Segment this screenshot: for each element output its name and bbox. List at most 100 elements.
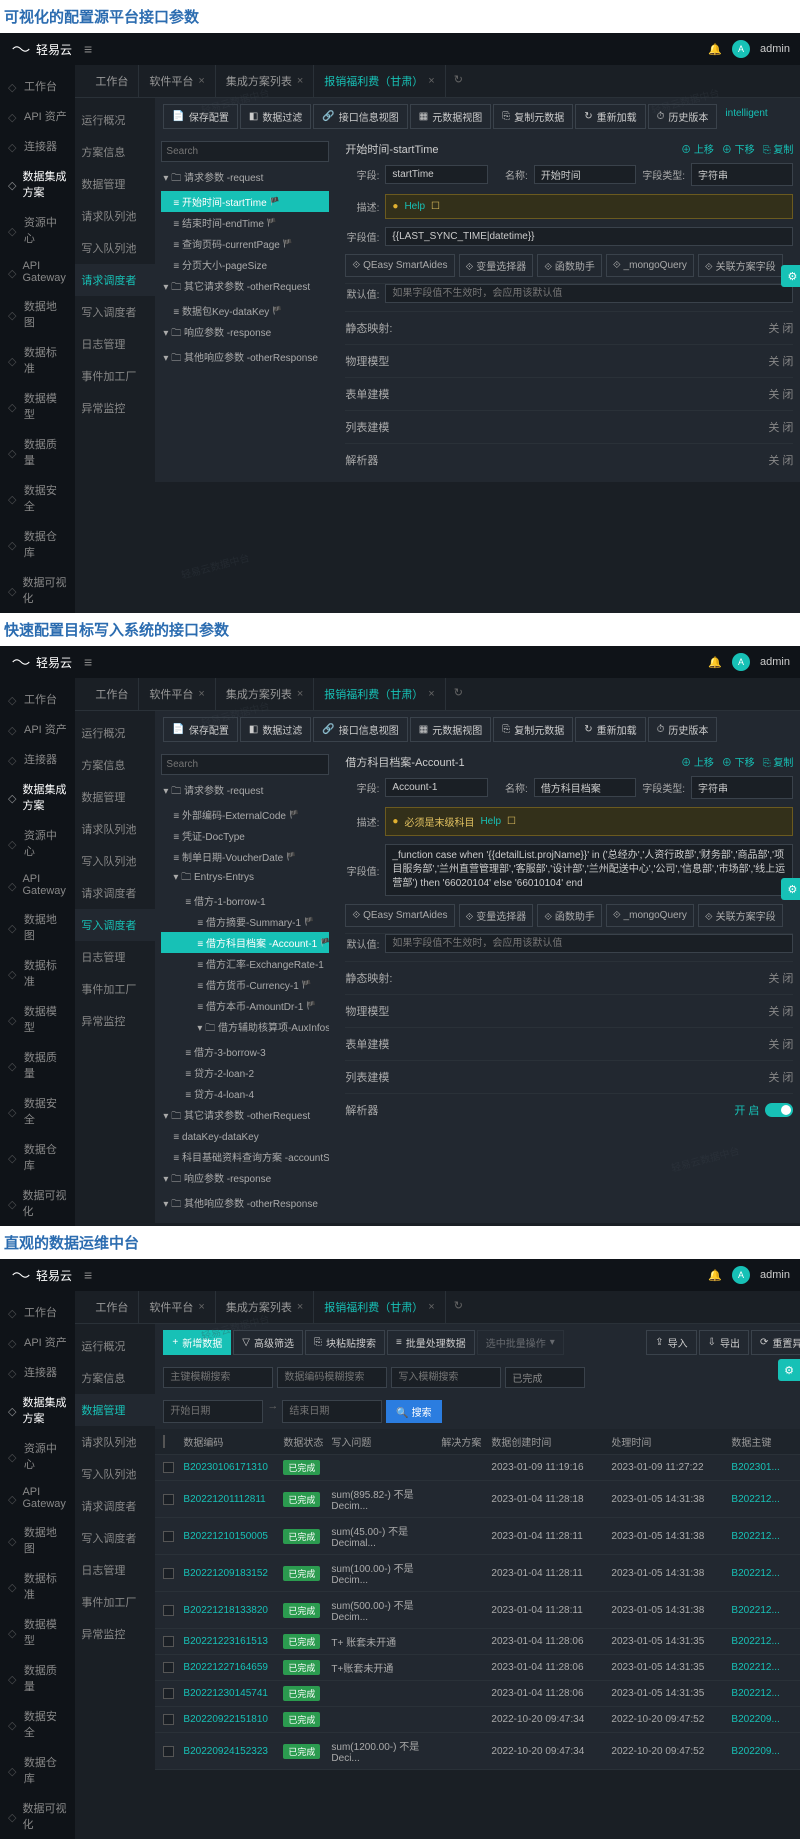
default-input[interactable] (385, 934, 793, 953)
tab[interactable]: 报销福利费（甘肃） × (314, 65, 445, 97)
table-row[interactable]: B20221209183152已完成sum(100.00-) 不是 Decim.… (155, 1555, 800, 1592)
code-link[interactable]: B20221209183152 (183, 1568, 283, 1579)
tab[interactable]: 报销福利费（甘肃） × (314, 678, 445, 710)
code-link[interactable]: B20221218133820 (183, 1605, 283, 1616)
leftnav-item[interactable]: ◇数据质量 (0, 429, 75, 475)
table-row[interactable]: B20230106171310已完成2023-01-09 11:19:16202… (155, 1455, 800, 1481)
helper-chip[interactable]: ⟐ 关联方案字段 (698, 904, 783, 927)
menu-toggle-icon[interactable]: ≡ (72, 1267, 104, 1283)
tab[interactable]: 工作台 (85, 678, 139, 710)
leftnav-item[interactable]: ◇连接器 (0, 1357, 75, 1387)
tab-close-icon[interactable]: × (428, 1301, 434, 1313)
table-row[interactable]: B20221227164659已完成T+账套未开通2023-01-04 11:2… (155, 1655, 800, 1681)
collapse-row[interactable]: 静态映射:关 闭 (345, 961, 793, 994)
tab[interactable]: 报销福利费（甘肃） × (314, 1291, 445, 1323)
field-input[interactable] (385, 778, 487, 797)
write-search-input[interactable] (391, 1367, 501, 1388)
leftnav-item[interactable]: ◇数据质量 (0, 1042, 75, 1088)
move-down-link[interactable]: ⊕ 下移 (722, 754, 755, 770)
tree-item[interactable]: ▾ 🗀 其他响应参数 -otherResponse (161, 346, 329, 371)
leftnav-item[interactable]: ◇数据质量 (0, 1655, 75, 1701)
code-link[interactable]: B20220924152323 (183, 1746, 283, 1757)
tree-item[interactable]: ▾ 🗀 其它请求参数 -otherRequest (161, 1104, 329, 1129)
leftnav-item[interactable]: ◇API Gateway (0, 1479, 75, 1517)
side-settings-icon[interactable]: ⚙ (778, 1359, 800, 1381)
subnav-item[interactable]: 方案信息 (75, 1362, 155, 1394)
leftnav-item[interactable]: ◇API Gateway (0, 253, 75, 291)
subnav-item[interactable]: 日志管理 (75, 941, 155, 973)
tree-item[interactable]: ≡ 开始时间-startTime 🏴 (161, 191, 329, 212)
helper-chip[interactable]: ⟐ 函数助手 (537, 254, 602, 277)
leftnav-item[interactable]: ◇工作台 (0, 71, 75, 101)
fval-textarea[interactable]: _function case when '{{detailList.projNa… (385, 844, 793, 896)
tree-item[interactable]: ▾ 🗀 响应参数 -response (161, 1167, 329, 1192)
tab-close-icon[interactable]: × (297, 75, 303, 87)
leftnav-item[interactable]: ◇数据可视化 (0, 1180, 75, 1226)
tree-item[interactable]: ▾ 🗀 借方辅助核算项-AuxInfos-1 (161, 1016, 329, 1041)
leftnav-item[interactable]: ◇工作台 (0, 684, 75, 714)
subnav-item[interactable]: 运行概况 (75, 104, 155, 136)
subnav-item[interactable]: 数据管理 (75, 1394, 155, 1426)
tree-item[interactable]: ≡ 借方科目档案 -Account-1 🏴 (161, 932, 329, 953)
menu-toggle-icon[interactable]: ≡ (72, 654, 104, 670)
table-row[interactable]: B20221210150005已完成sum(45.00-) 不是 Decimal… (155, 1518, 800, 1555)
filter-button[interactable]: ◧ 数据过滤 (240, 717, 311, 742)
subnav-item[interactable]: 运行概况 (75, 717, 155, 749)
field-input[interactable] (385, 165, 487, 184)
tab-close-icon[interactable]: × (297, 1301, 303, 1313)
collapse-row[interactable]: 物理模型关 闭 (345, 994, 793, 1027)
tree-item[interactable]: ▾ 🗀 响应参数 -response (161, 321, 329, 346)
row-checkbox[interactable] (163, 1605, 174, 1616)
row-checkbox[interactable] (163, 1462, 174, 1473)
tab[interactable]: 集成方案列表 × (216, 678, 314, 710)
leftnav-item[interactable]: ◇API Gateway (0, 866, 75, 904)
collapse-row[interactable]: 静态映射:关 闭 (345, 311, 793, 344)
add-data-button[interactable]: + 新增数据 (163, 1330, 231, 1355)
move-down-link[interactable]: ⊕ 下移 (722, 141, 755, 157)
tab-refresh-icon[interactable]: ↻ (446, 65, 471, 97)
leftnav-item[interactable]: ◇数据标准 (0, 950, 75, 996)
tab-close-icon[interactable]: × (198, 75, 204, 87)
leftnav-item[interactable]: ◇数据仓库 (0, 1747, 75, 1793)
subnav-item[interactable]: 方案信息 (75, 136, 155, 168)
leftnav-item[interactable]: ◇API 资产 (0, 1327, 75, 1357)
reset-error-button[interactable]: ⟳ 重置异常 (751, 1330, 800, 1355)
meta-view-button[interactable]: ▦ 元数据视图 (410, 717, 491, 742)
tab-close-icon[interactable]: × (428, 688, 434, 700)
help-link[interactable]: Help (480, 816, 501, 827)
tab[interactable]: 软件平台 × (139, 65, 215, 97)
leftnav-item[interactable]: ◇连接器 (0, 744, 75, 774)
parser-toggle[interactable] (765, 1103, 793, 1117)
search-input[interactable] (161, 141, 329, 162)
default-input[interactable] (385, 284, 793, 303)
tree-item[interactable]: ≡ 数据包Key-dataKey 🏴 (161, 300, 329, 321)
helper-chip[interactable]: ⟐ _mongoQuery (606, 254, 694, 277)
leftnav-item[interactable]: ◇资源中心 (0, 207, 75, 253)
status-select[interactable] (505, 1367, 585, 1388)
table-row[interactable]: B20220922151810已完成2022-10-20 09:47:34202… (155, 1707, 800, 1733)
save-button[interactable]: 📄 保存配置 (163, 104, 237, 129)
tree-item[interactable]: ≡ 贷方-2-loan-2 (161, 1062, 329, 1083)
subnav-item[interactable]: 写入调度者 (75, 296, 155, 328)
reload-button[interactable]: ↻ 重新加载 (575, 104, 645, 129)
collapse-row[interactable]: 表单建模关 闭 (345, 1027, 793, 1060)
leftnav-item[interactable]: ◇API 资产 (0, 101, 75, 131)
name-input[interactable] (534, 165, 636, 184)
leftnav-item[interactable]: ◇数据模型 (0, 383, 75, 429)
tab-refresh-icon[interactable]: ↻ (446, 678, 471, 710)
meta-view-button[interactable]: ▦ 元数据视图 (410, 104, 491, 129)
leftnav-item[interactable]: ◇数据模型 (0, 996, 75, 1042)
subnav-item[interactable]: 写入队列池 (75, 845, 155, 877)
select-all-checkbox[interactable] (163, 1435, 165, 1448)
code-link[interactable]: B20221223161513 (183, 1636, 283, 1647)
history-button[interactable]: ⏱ 历史版本 (648, 717, 718, 742)
move-up-link[interactable]: ⊕ 上移 (681, 141, 714, 157)
subnav-item[interactable]: 请求调度者 (75, 877, 155, 909)
avatar[interactable]: A (732, 653, 750, 671)
leftnav-item[interactable]: ◇数据集成方案 (0, 774, 75, 820)
copy-meta-button[interactable]: ⎘ 复制元数据 (493, 104, 573, 129)
copy-meta-button[interactable]: ⎘ 复制元数据 (493, 717, 573, 742)
collapse-row[interactable]: 列表建模关 闭 (345, 1060, 793, 1093)
bell-icon[interactable]: 🔔 (708, 1269, 722, 1282)
tree-item[interactable]: ≡ 凭证-DocType (161, 825, 329, 846)
